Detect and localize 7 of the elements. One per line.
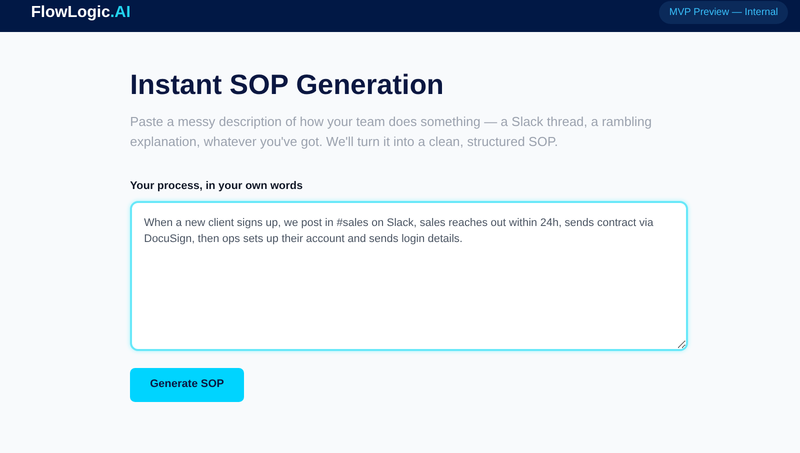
process-input-field[interactable]: When a new client signs up, we post in #sales on Slack, sales reaches out within 24h, sends contract via DocuSign, then ops sets up their account and sends login details. (130, 200, 688, 350)
brand-logo[interactable]: FlowLogic.AI (31, 5, 131, 21)
generate-sop-button[interactable]: Generate SOP (130, 368, 244, 402)
page-title: Instant SOP Generation (130, 68, 445, 102)
preview-badge: MVP Preview — Internal (659, 0, 788, 24)
page-description: Paste a messy description of how your team does something — a Slack thread, a rambling explanation, whatever you've got. We'll turn it into a clean, structured SOP. (130, 113, 653, 151)
field-label: Your process, in your own words (130, 179, 304, 194)
